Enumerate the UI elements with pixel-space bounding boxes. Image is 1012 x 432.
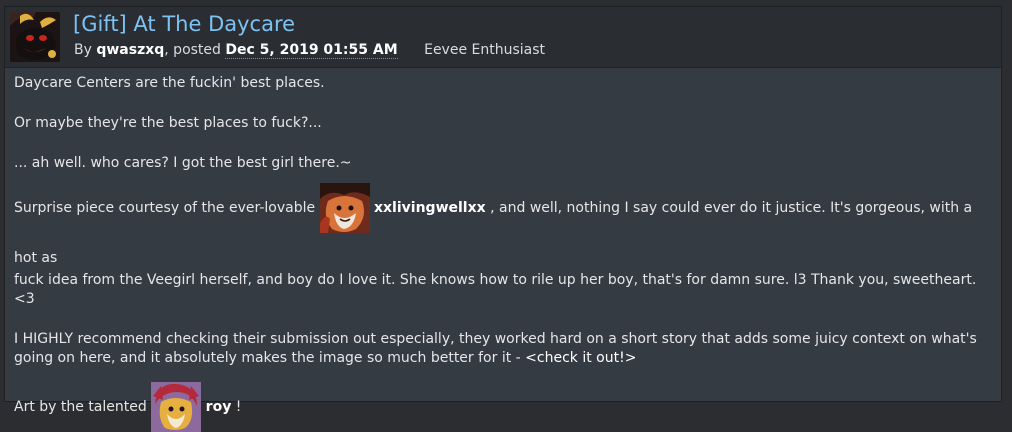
paragraph-1: Daycare Centers are the fuckin' best pla… <box>14 75 325 91</box>
author-tagline: Eevee Enthusiast <box>424 42 546 58</box>
journal-header: [Gift] At The Daycare By qwaszxq, posted… <box>5 7 1001 68</box>
byline-posted-label: , posted <box>164 42 221 58</box>
journal-byline: By qwaszxq, posted Dec 5, 2019 01:55 AM … <box>74 42 546 59</box>
paragraph-6: Art by the talented roy ! <box>14 382 994 432</box>
roy-avatar-image <box>151 382 202 432</box>
journal-content: Daycare Centers are the fuckin' best pla… <box>14 69 994 432</box>
paragraph-5: I HIGHLY recommend checking their submis… <box>14 330 994 368</box>
paragraph-2: Or maybe they're the best places to fuck… <box>14 115 322 131</box>
paragraph-4-text-start: Surprise piece courtesy of the ever-lova… <box>14 200 316 216</box>
xxlivingwellxx-link[interactable]: xxlivingwellxx <box>374 200 486 216</box>
author-avatar[interactable] <box>10 12 60 62</box>
xxlivingwellxx-avatar-image <box>319 183 370 233</box>
byline-by-label: By <box>74 42 92 58</box>
author-avatar-image <box>10 12 60 62</box>
paragraph-4: Surprise piece courtesy of the ever-lova… <box>14 183 994 283</box>
journal-panel: [Gift] At The Daycare By qwaszxq, posted… <box>4 6 1002 432</box>
author-username-link[interactable]: qwaszxq <box>96 42 164 58</box>
post-date: Dec 5, 2019 01:55 AM <box>225 42 398 59</box>
paragraph-4-line-2: fuck idea from the Veegirl herself, and … <box>14 272 977 307</box>
journal-title[interactable]: [Gift] At The Daycare <box>73 12 295 36</box>
paragraph-5-text: I HIGHLY recommend checking their submis… <box>14 331 977 366</box>
paragraph-3: ... ah well. who cares? I got the best g… <box>14 155 352 171</box>
xxlivingwellxx-avatar[interactable] <box>319 183 370 233</box>
roy-avatar[interactable] <box>151 382 202 432</box>
check-it-out-link[interactable]: <check it out!> <box>525 350 636 366</box>
